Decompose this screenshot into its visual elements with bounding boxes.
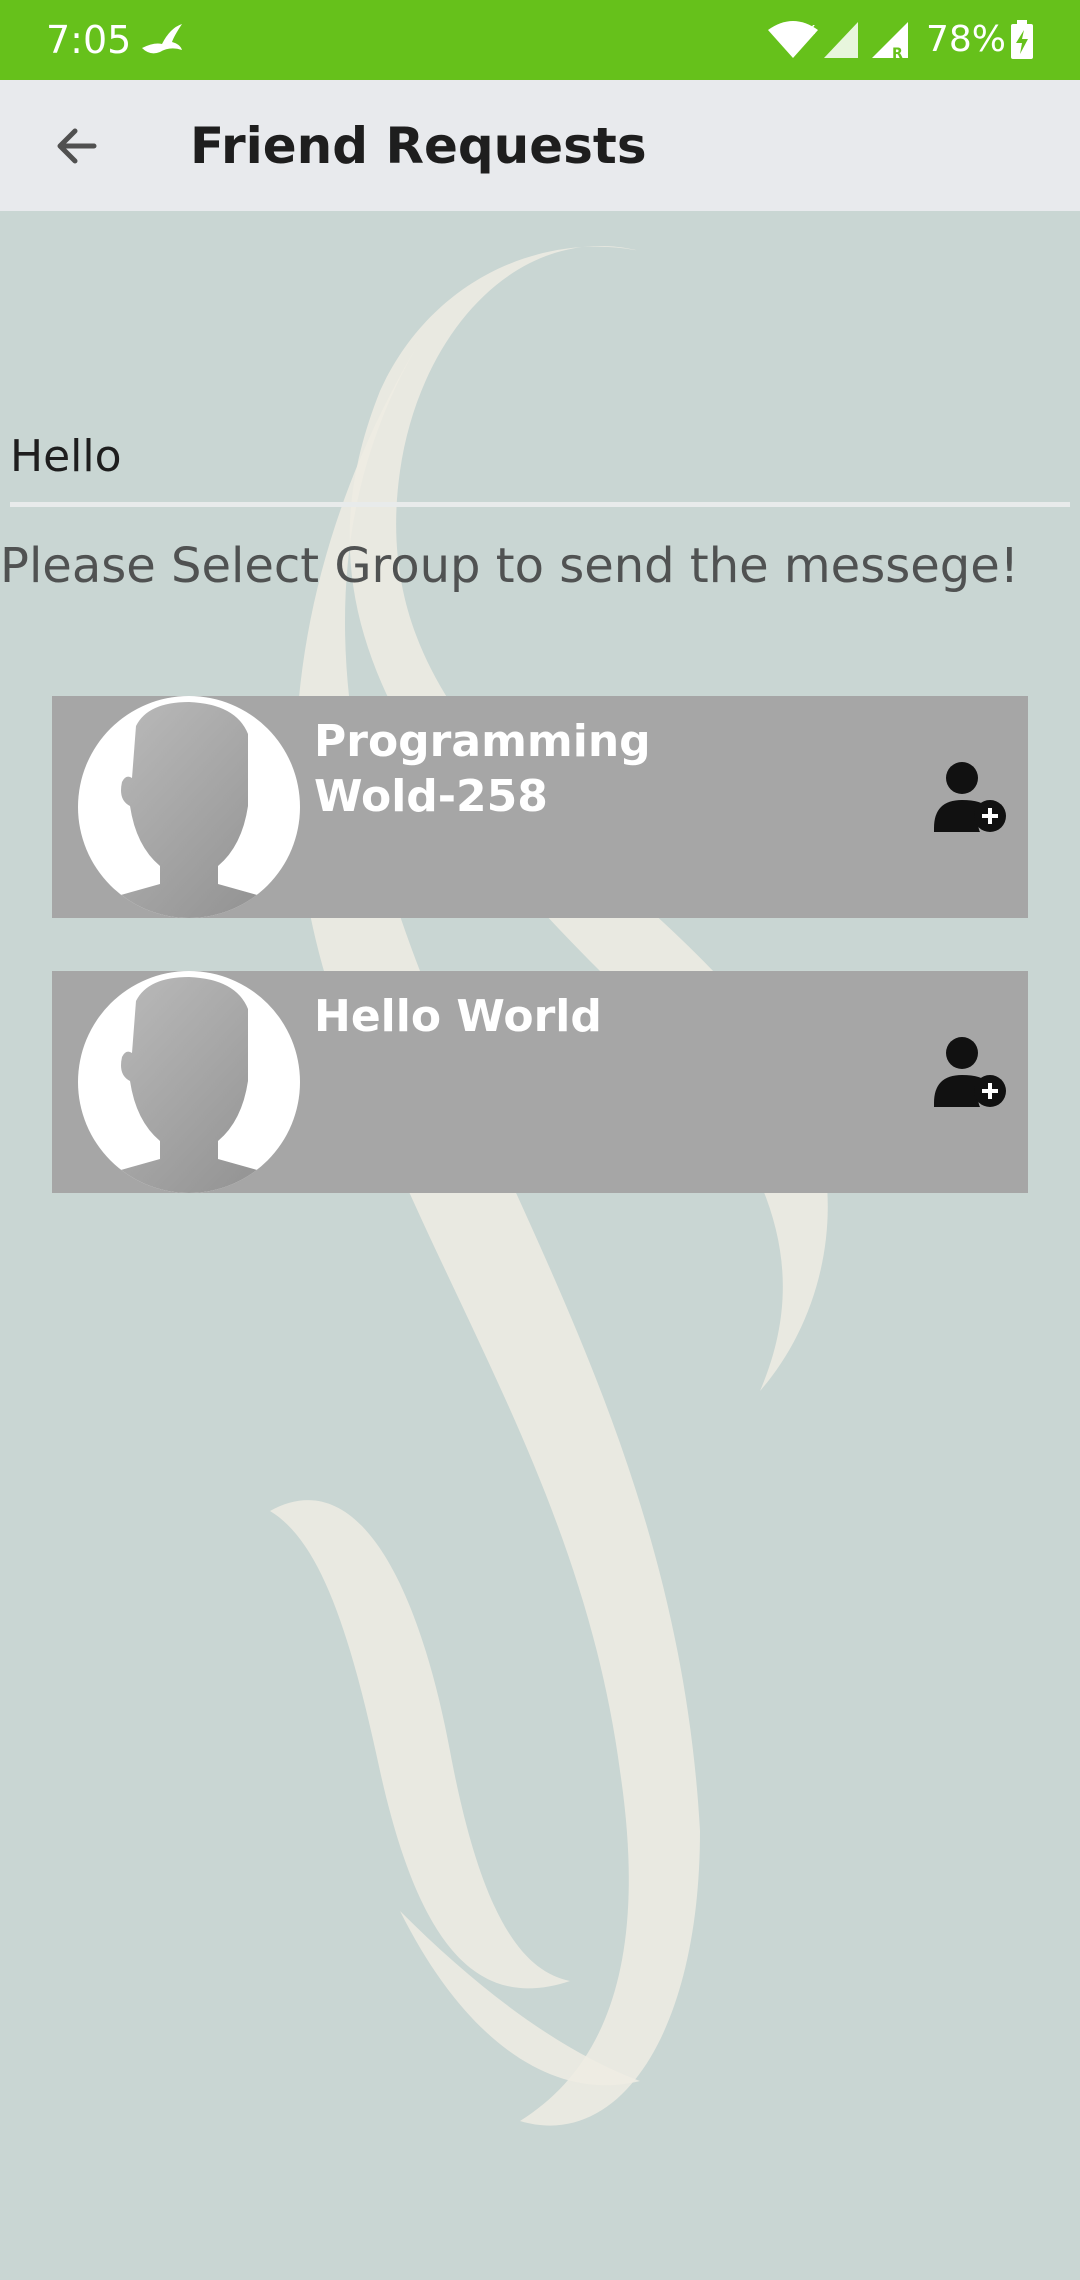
group-item-programming-wold-258[interactable]: Programming Wold-258 — [52, 696, 1028, 918]
default-avatar-icon — [78, 971, 300, 1193]
bird-notification-icon — [142, 24, 182, 54]
group-name: Programming Wold-258 — [314, 716, 651, 822]
page-title: Friend Requests — [190, 117, 647, 175]
status-bar: 7:05 x R 78% — [0, 0, 1080, 80]
battery-percent: 78% — [926, 19, 1007, 60]
battery-charging-icon — [1011, 20, 1033, 59]
message-input[interactable] — [10, 411, 1070, 507]
back-button[interactable] — [36, 106, 116, 186]
group-name: Hello World — [314, 991, 602, 1042]
group-item-hello-world[interactable]: Hello World — [52, 971, 1028, 1193]
add-person-icon[interactable] — [934, 1033, 1010, 1109]
default-avatar-icon — [78, 696, 300, 918]
status-time: 7:05 — [46, 18, 132, 62]
cell-signal-icon — [824, 22, 858, 58]
roaming-signal-icon: R — [872, 22, 908, 60]
add-person-icon[interactable] — [934, 758, 1010, 834]
svg-text:R: R — [892, 46, 903, 60]
background-swirl-art — [270, 246, 828, 2126]
wifi-icon: x — [768, 20, 818, 58]
app-bar: Friend Requests — [0, 80, 1080, 211]
svg-text:x: x — [806, 20, 815, 38]
instruction-text: Please Select Group to send the messege! — [0, 538, 1019, 594]
arrow-left-icon — [57, 128, 97, 164]
content-area: Please Select Group to send the messege!… — [0, 211, 1080, 2280]
